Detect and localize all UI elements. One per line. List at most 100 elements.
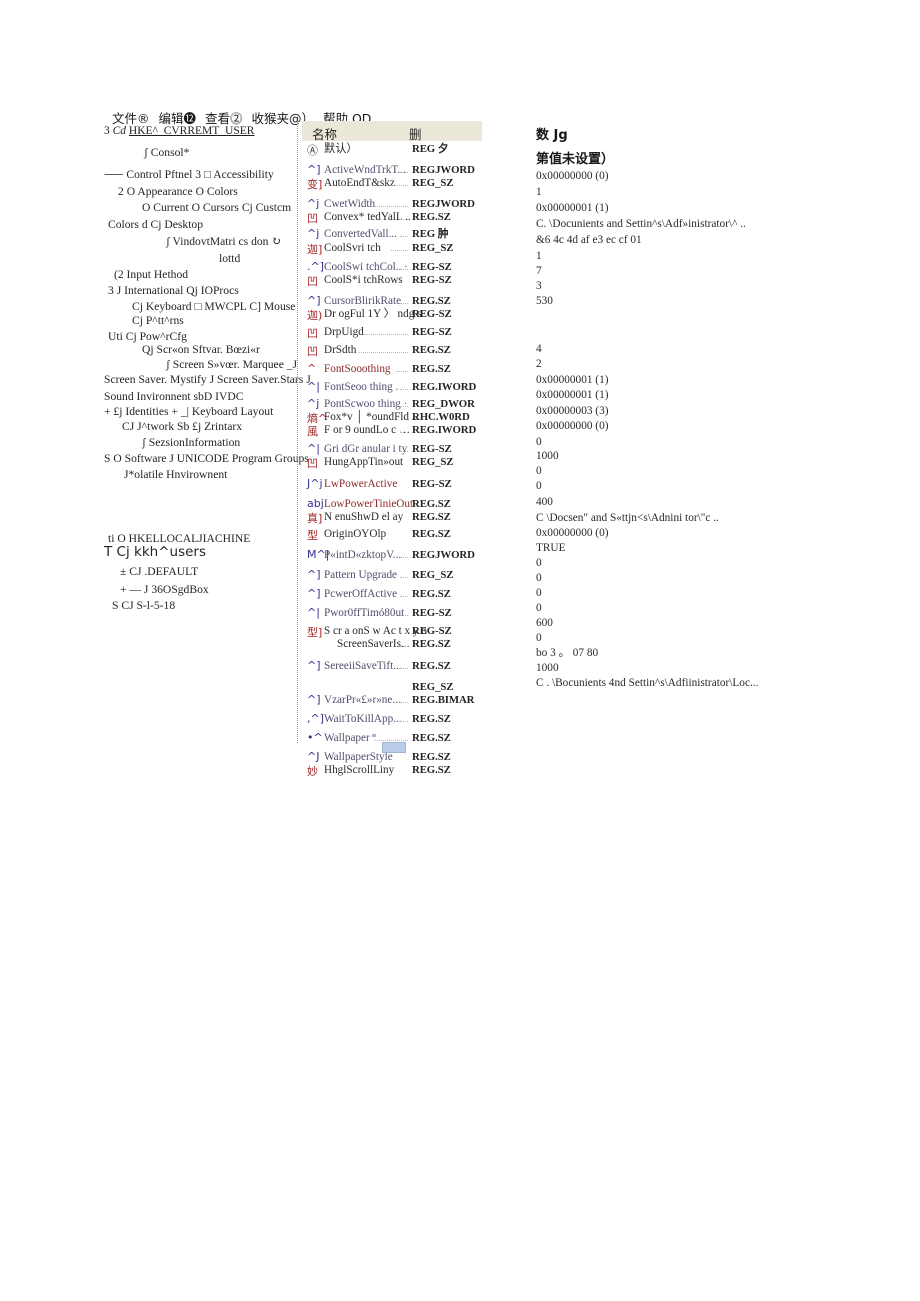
value-row[interactable]: 凹 DrSdth REG.SZ [302, 344, 488, 358]
value-data: &6 4c 4d af e3 ec cf 01 [536, 234, 642, 246]
address-path: HKE^_CVRREMT_USER [128, 125, 255, 137]
value-row[interactable]: 变] AutoEndT&skz REG_SZ [302, 177, 488, 191]
value-type-icon: ,^] [307, 712, 325, 725]
value-row[interactable]: ^] SereeiiSaveTift... REG.SZ [302, 659, 488, 673]
column-header-name[interactable]: 名称 [312, 124, 337, 143]
value-name: OriginOYOlp [324, 528, 387, 540]
value-row[interactable]: 型] S cr a onS w Ac t x y o REG-SZ [302, 625, 488, 639]
tree-item[interactable]: Qj Scr«on Sftvar. Bœzi«r [142, 343, 260, 356]
tree-item[interactable]: J*olatile Hnvirownent [124, 468, 227, 481]
value-data: C. \Docunients and Settin^s\Adf»inistrat… [536, 218, 746, 230]
value-row[interactable]: ScreenSaverIs... REG.SZ [302, 638, 488, 651]
tree-item[interactable]: (2 Input Hethod [114, 268, 188, 281]
tree-item[interactable]: CJ J^twork Sb £j Zrintarx [122, 420, 242, 433]
tree-item[interactable]: Uti Cj Pow^rCfg [108, 330, 187, 343]
value-type: REGJWORD [412, 198, 475, 210]
value-type: REG.SZ [412, 764, 451, 776]
tree-item[interactable]: O Current O Cursors Cj Custcm [142, 201, 291, 214]
registry-tree-pane[interactable]: ʃ Consol* ⸺ Control Pftnel 3 □ Accessibil… [104, 142, 311, 752]
leader-dots [400, 303, 408, 304]
value-name: ConvertedVall... [324, 228, 398, 240]
value-data: 0 [536, 480, 542, 492]
value-name: DrSdth [324, 344, 357, 356]
tree-item[interactable]: ʃ SezsionInformation [142, 436, 240, 449]
value-data: 1 [536, 186, 542, 198]
tree-item[interactable]: Cj Keyboard □ MWCPL C] Mouse [132, 300, 295, 313]
value-row[interactable]: 迦] CoolSvri tch REG_SZ [302, 242, 488, 256]
value-row[interactable]: .^] CoolSwi tchCol.. · REG-SZ [302, 260, 488, 274]
tree-item[interactable]: T Cj kkh^users [104, 545, 206, 559]
value-row[interactable]: 迦) Dr ogFul 1Y 〉 ndg s REG-SZ [302, 308, 488, 322]
value-row[interactable]: 妙 HhglScrollLiny REG.SZ [302, 764, 488, 778]
value-data: bo 3 。 07 80 [536, 647, 599, 659]
leader-dots [358, 352, 408, 353]
value-type-icon: 妙 [307, 765, 318, 778]
tree-item[interactable]: Colors d Cj Desktop [108, 218, 203, 231]
value-row[interactable]: 凹 HungAppTin»out REG_SZ [302, 456, 488, 470]
tree-item[interactable]: Cj P^tt^rns [132, 314, 184, 327]
value-row[interactable]: 凹 DrpUigd REG-SZ [302, 326, 488, 340]
value-data: 0 [536, 602, 542, 614]
leader-dots [364, 334, 408, 335]
value-row[interactable]: ^] PcwerOffActive REG.SZ [302, 587, 488, 601]
tree-item[interactable]: Screen Saver. Mystify J Screen Saver.Sta… [104, 373, 311, 386]
value-row[interactable]: 風 F or 9 oundLo c … REG.IWORD [302, 424, 488, 438]
value-row[interactable]: 熵^ Fox*v │ *oundFld .. RHC.W0RD [302, 411, 488, 425]
value-row[interactable]: ,^] WaitToKillApp... REG.SZ [302, 712, 488, 726]
column-header-type[interactable]: 删 [409, 124, 422, 143]
value-row[interactable]: 型 OriginOYOlp REG.SZ [302, 528, 488, 542]
value-row[interactable]: ^j PontScwoo thing · REG_DWOR [302, 397, 488, 411]
value-row[interactable]: ^j CwetWidth REGJWORD [302, 197, 488, 211]
value-name: CoolS*i tchRows [324, 274, 403, 286]
tree-item[interactable]: ± CJ .DEFAULT [120, 565, 198, 578]
value-type: REG.SZ [412, 344, 451, 356]
value-row[interactable]: ^] VzarPr«£»r»ne... REG.BIMAR [302, 693, 488, 707]
column-header-data[interactable]: 数 Jg [536, 124, 568, 143]
value-type-icon: ^| [307, 606, 320, 619]
value-row[interactable]: 真] N enuShwD el ay REG.SZ [302, 511, 488, 525]
value-row[interactable]: 凹 CoolS*i tchRows REG-SZ [302, 274, 488, 288]
tree-item[interactable]: S CJ S-l-5-18 [112, 599, 175, 612]
value-row[interactable]: ^| Pwor0ffTimó80ut REG-SZ [302, 606, 488, 620]
value-row[interactable]: ^ FontSooothing REG.SZ [302, 362, 488, 376]
leader-dots [400, 615, 408, 616]
value-row[interactable]: 凹 Convex* tedYalL .. REG.SZ [302, 211, 488, 225]
value-row[interactable]: ^] CursorBlirikRate REG.SZ [302, 294, 488, 308]
value-row[interactable]: ^] ActiveWndTrkT... REGJWORD [302, 163, 488, 177]
value-row[interactable]: ^j ConvertedVall... REG 肿 [302, 227, 488, 241]
tree-item[interactable]: ʃ Consol* [144, 146, 189, 159]
default-value-label: 第值未设置） [536, 152, 615, 167]
tree-item[interactable]: + £j Identities + _| Keyboard Layout [104, 405, 273, 418]
value-type-icon: ^J [307, 750, 320, 763]
tree-item[interactable]: ʃ Screen S»vœr. Marquee _J [166, 358, 297, 371]
value-row[interactable]: J^j LwPowerActive REG-SZ [302, 477, 488, 491]
tree-item[interactable]: ⸺ Control Pftnel 3 □ Accessibility [104, 168, 274, 181]
value-row[interactable]: ^] Pattern Upgrade REG_SZ [302, 568, 488, 582]
value-row[interactable]: M^| P«intD«zktopV... REGJWORD [302, 548, 488, 562]
tree-item[interactable]: 2 O Appearance O Colors [118, 185, 238, 198]
value-type: REG-SZ [412, 478, 452, 490]
tree-item[interactable]: + — J 36OSgdBox [120, 583, 209, 596]
value-data: 3 [536, 280, 542, 292]
tree-item[interactable]: 3 J International Qj IOProcs [108, 284, 239, 297]
address-bar[interactable]: 3 Cd HKE^_CVRREMT_USER [104, 125, 314, 137]
value-row[interactable]: abj LowPowerTinieOut REG.SZ [302, 497, 488, 511]
tree-item[interactable]: S O Software J UNICODE Program Groups [104, 452, 309, 465]
value-row[interactable]: REG_SZ [302, 681, 488, 694]
value-row[interactable]: Ⓐ 默认） REG 夕 [302, 143, 488, 157]
values-list-pane[interactable]: 名称 删 Ⓐ 默认） REG 夕 ^] ActiveWndTrkT... REGJWORD… [302, 121, 488, 778]
value-type-icon: ^| [307, 442, 320, 455]
horizontal-scrollbar-thumb[interactable] [382, 742, 406, 753]
tree-item[interactable]: ʃ VindovtMatri cs don ↻ [166, 235, 281, 248]
value-data: 1000 [536, 450, 559, 462]
value-type-icon: abj [307, 497, 324, 510]
tree-item[interactable]: Sound Invironnent sbD IVDC [104, 390, 243, 403]
value-type-icon: 凹 [307, 345, 318, 358]
tree-item[interactable]: lottd [219, 252, 240, 265]
leader-dots [400, 506, 408, 507]
value-type-icon: 迦) [307, 309, 323, 322]
value-type: REG 夕 [412, 143, 449, 155]
value-name: FontSooothing [324, 363, 391, 375]
value-row[interactable]: ^| Gri dGr anular i ty REG-SZ [302, 442, 488, 456]
value-row[interactable]: ^| FontSeoo thing . REG.IWORD [302, 380, 488, 394]
